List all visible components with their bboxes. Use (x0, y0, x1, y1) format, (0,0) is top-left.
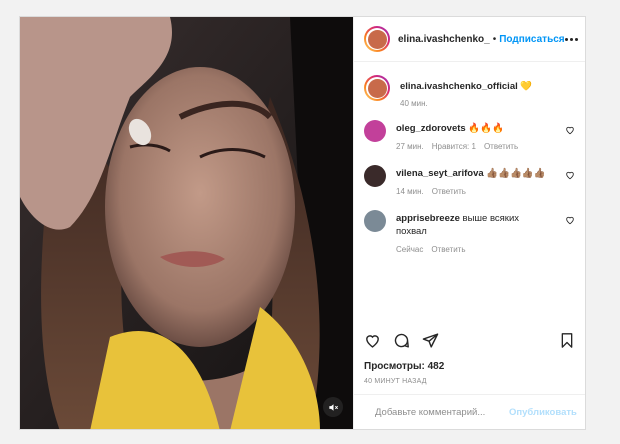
comment-timestamp: 14 мин. (396, 187, 424, 196)
comment-text: 🔥🔥🔥 (468, 123, 504, 134)
comment-username[interactable]: apprisebreeze (396, 213, 460, 224)
heart-icon[interactable] (364, 332, 381, 349)
comment-row: oleg_zdorovets 🔥🔥🔥 27 мин. Нравится: 1 О… (354, 120, 585, 151)
comment-likes[interactable]: Нравится: 1 (432, 142, 476, 151)
instagram-post-card: elina.ivashchenko_ • Подписаться elina.i… (19, 16, 586, 430)
caption-avatar[interactable] (364, 75, 390, 101)
comment-avatar[interactable] (364, 120, 386, 142)
comment-composer: Опубликовать (354, 394, 585, 429)
comment-text: 👍🏽👍🏽👍🏽👍🏽👍🏽 (486, 168, 546, 179)
comment-reply-button[interactable]: Ответить (484, 142, 518, 151)
comment-timestamp: 27 мин. (396, 142, 424, 151)
comments-section: elina.ivashchenko_official 💛 40 мин. ole… (354, 75, 585, 254)
heart-icon[interactable] (565, 215, 575, 225)
more-horizontal-icon[interactable] (564, 37, 578, 41)
header-avatar[interactable] (364, 26, 390, 52)
video-frame-image (20, 17, 353, 429)
publish-button[interactable]: Опубликовать (509, 407, 577, 418)
comment-input[interactable] (373, 405, 509, 419)
posted-time: 40 МИНУТ НАЗАД (364, 378, 427, 385)
header-username[interactable]: elina.ivashchenko_ (398, 34, 490, 45)
post-video[interactable] (20, 17, 353, 429)
comment-avatar[interactable] (364, 210, 386, 232)
comment-row: vilena_seyt_arifova 👍🏽👍🏽👍🏽👍🏽👍🏽 14 мин. О… (354, 165, 585, 196)
speaker-muted-icon (328, 403, 338, 411)
comment-username[interactable]: oleg_zdorovets (396, 123, 466, 134)
comment-icon[interactable] (393, 332, 410, 349)
mute-button[interactable] (323, 397, 343, 417)
heart-icon[interactable] (565, 125, 575, 135)
views-count: Просмотры: 482 (364, 361, 445, 372)
comment-row: apprisebreeze выше всяких похвал Сейчас … (354, 210, 585, 254)
caption-username[interactable]: elina.ivashchenko_official (400, 81, 518, 92)
comment-reply-button[interactable]: Ответить (432, 187, 466, 196)
header-separator: • (492, 33, 497, 45)
post-side-panel: elina.ivashchenko_ • Подписаться elina.i… (353, 17, 585, 429)
caption-row: elina.ivashchenko_official 💛 40 мин. (354, 75, 585, 108)
paper-plane-icon[interactable] (422, 332, 439, 349)
follow-button[interactable]: Подписаться (499, 34, 564, 45)
heart-icon[interactable] (565, 170, 575, 180)
comment-username[interactable]: vilena_seyt_arifova (396, 168, 484, 179)
post-header: elina.ivashchenko_ • Подписаться (354, 17, 585, 62)
comment-reply-button[interactable]: Ответить (431, 245, 465, 254)
comment-avatar[interactable] (364, 165, 386, 187)
comment-timestamp: Сейчас (396, 245, 424, 254)
bookmark-icon[interactable] (559, 332, 575, 349)
caption-timestamp: 40 мин. (400, 99, 428, 108)
action-bar (354, 332, 585, 349)
caption-text: 💛 (520, 81, 533, 92)
